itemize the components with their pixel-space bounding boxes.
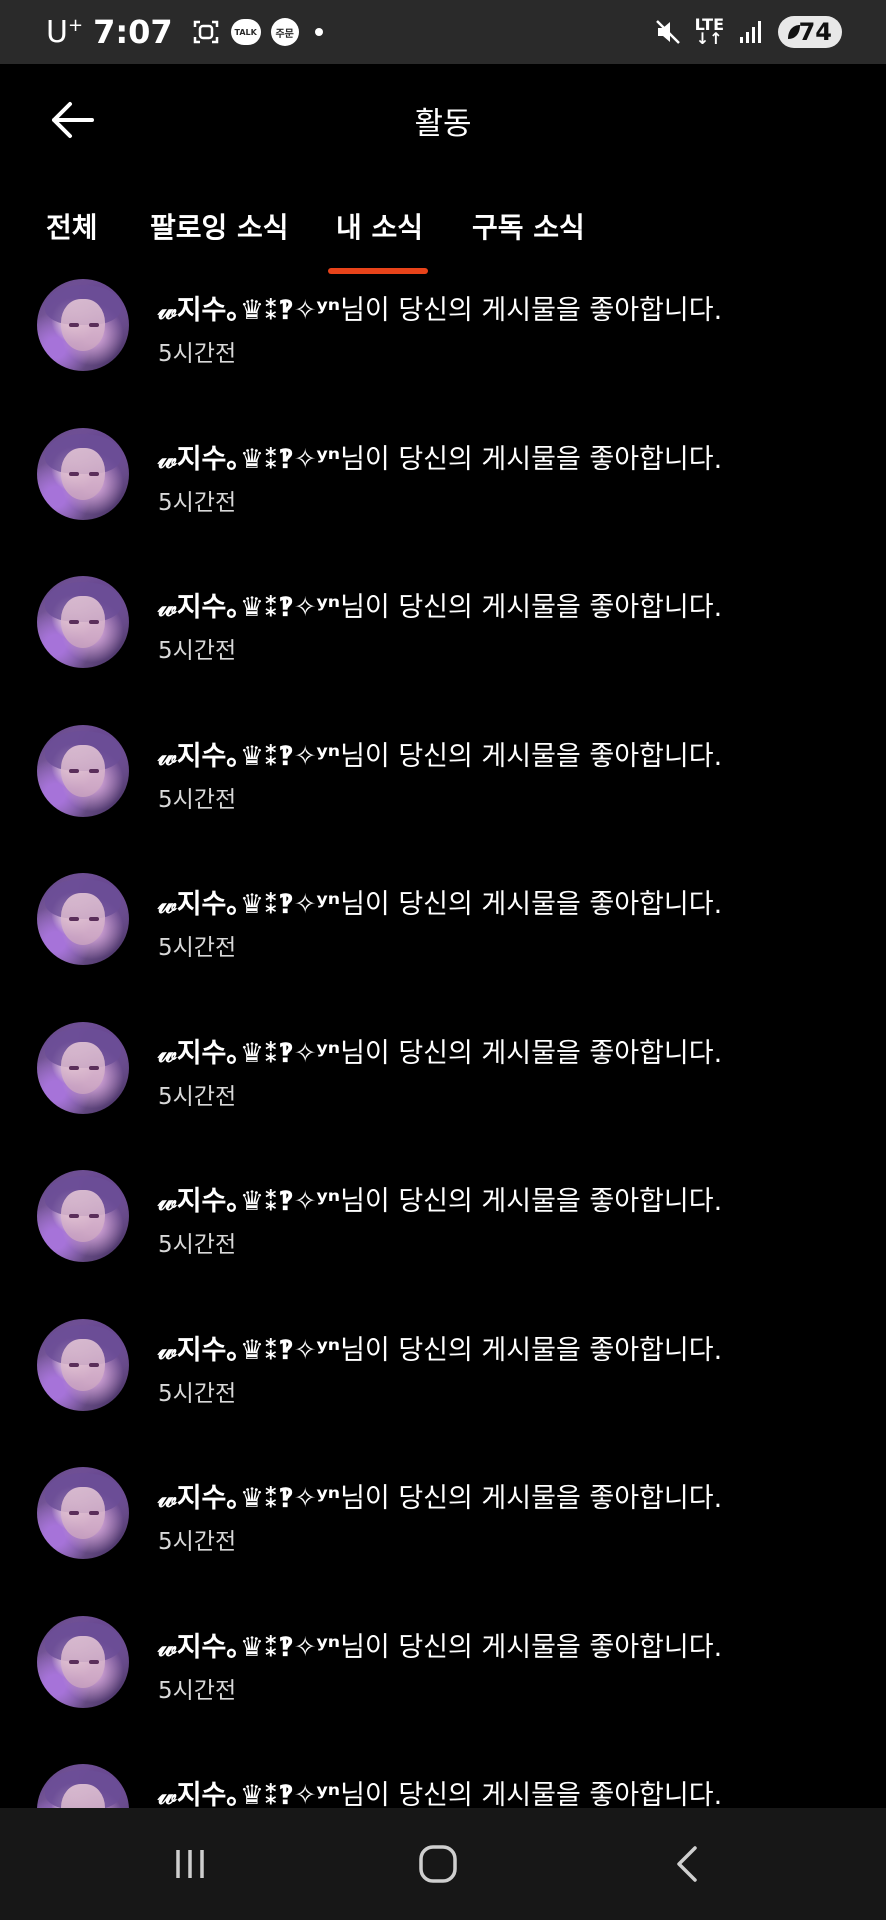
notification-message: 님이 당신의 게시물을 좋아합니다. <box>340 443 723 475</box>
notification-time: 5시간전 <box>158 935 237 961</box>
notification-time: 5시간전 <box>158 1083 237 1110</box>
tab-all[interactable]: 전체 <box>46 206 98 246</box>
status-time: 7:07 <box>93 13 173 51</box>
user-name[interactable]: 𝓌지수｡♛⁑‽✧ʸⁿ <box>158 1780 340 1808</box>
notification-text: 𝓌지수｡♛⁑‽✧ʸⁿ님이 당신의 게시물을 좋아합니다. <box>158 734 722 773</box>
list-item[interactable]: 𝓌지수｡♛⁑‽✧ʸⁿ님이 당신의 게시물을 좋아합니다. 5시간전 <box>0 1021 886 1170</box>
screenshot-icon <box>191 17 221 47</box>
user-name[interactable]: 𝓌지수｡♛⁑‽✧ʸⁿ <box>158 1186 340 1217</box>
list-item[interactable]: 𝓌지수｡♛⁑‽✧ʸⁿ님이 당신의 게시물을 좋아합니다. 5시간전 <box>0 278 886 427</box>
notification-message: 님이 당신의 게시물을 좋아합니다. <box>340 1483 723 1514</box>
tab-subscriptions[interactable]: 구독 소식 <box>472 206 585 246</box>
avatar[interactable] <box>37 1021 129 1114</box>
user-name[interactable]: 𝓌지수｡♛⁑‽✧ʸⁿ <box>158 1335 340 1366</box>
notification-message: 님이 당신의 게시물을 좋아합니다. <box>340 295 723 326</box>
notification-text: 𝓌지수｡♛⁑‽✧ʸⁿ님이 당신의 게시물을 좋아합니다. <box>158 1476 722 1515</box>
notification-message: 님이 당신의 게시물을 좋아합니다. <box>340 1334 723 1366</box>
nav-back-button[interactable] <box>648 1834 728 1894</box>
notification-message: 님이 당신의 게시물을 좋아합니다. <box>340 1780 723 1808</box>
notification-message: 님이 당신의 게시물을 좋아합니다. <box>340 889 723 920</box>
notification-icons: TALK 주문 <box>191 17 323 47</box>
recent-apps-button[interactable] <box>150 1834 230 1894</box>
notification-time: 5시간전 <box>158 1380 237 1407</box>
avatar[interactable] <box>37 1764 129 1808</box>
list-item[interactable]: 𝓌지수｡♛⁑‽✧ʸⁿ님이 당신의 게시물을 좋아합니다. 5시간전 <box>0 872 886 1021</box>
notification-text: 𝓌지수｡♛⁑‽✧ʸⁿ님이 당신의 게시물을 좋아합니다. <box>158 1031 722 1070</box>
signal-icon <box>736 17 766 47</box>
notification-message: 님이 당신의 게시물을 좋아합니다. <box>340 1037 723 1069</box>
notification-text: 𝓌지수｡♛⁑‽✧ʸⁿ님이 당신의 게시물을 좋아합니다. <box>158 585 722 624</box>
avatar[interactable] <box>37 576 129 668</box>
avatar[interactable] <box>37 1170 129 1262</box>
active-tab-indicator <box>328 268 428 274</box>
list-item[interactable]: 𝓌지수｡♛⁑‽✧ʸⁿ님이 당신의 게시물을 좋아합니다. 5시간전 <box>0 1318 886 1467</box>
avatar[interactable] <box>37 1318 129 1411</box>
notification-text: 𝓌지수｡♛⁑‽✧ʸⁿ님이 당신의 게시물을 좋아합니다. <box>158 1328 722 1367</box>
user-name[interactable]: 𝓌지수｡♛⁑‽✧ʸⁿ <box>158 444 340 475</box>
battery-level: 74 <box>798 18 832 46</box>
notification-text: 𝓌지수｡♛⁑‽✧ʸⁿ님이 당신의 게시물을 좋아합니다. <box>158 1179 722 1218</box>
notification-list: 𝓌지수｡♛⁑‽✧ʸⁿ님이 당신의 게시물을 좋아합니다. 5시간전 𝓌지수｡♛⁑… <box>0 278 886 1808</box>
list-item[interactable]: 𝓌지수｡♛⁑‽✧ʸⁿ님이 당신의 게시물을 좋아합니다. 5시간전 <box>0 427 886 576</box>
avatar[interactable] <box>37 1467 129 1559</box>
notification-message: 님이 당신의 게시물을 좋아합니다. <box>340 740 723 772</box>
tab-bar: 전체 팔로잉 소식 내 소식 구독 소식 <box>0 176 886 276</box>
tab-my-news[interactable]: 내 소식 <box>336 206 423 246</box>
avatar[interactable] <box>37 1615 129 1708</box>
home-button[interactable] <box>398 1834 478 1894</box>
user-name[interactable]: 𝓌지수｡♛⁑‽✧ʸⁿ <box>158 295 340 326</box>
list-item[interactable]: 𝓌지수｡♛⁑‽✧ʸⁿ님이 당신의 게시물을 좋아합니다. 5시간전 <box>0 1169 886 1318</box>
status-bar: U+ 7:07 TALK 주문 LTE ↓↑ 74 <box>0 0 886 64</box>
user-name[interactable]: 𝓌지수｡♛⁑‽✧ʸⁿ <box>158 1632 340 1663</box>
kakaotalk-icon: TALK <box>230 19 261 45</box>
order-icon: 주문 <box>270 18 299 46</box>
header: 활동 <box>0 64 886 176</box>
notification-message: 님이 당신의 게시물을 좋아합니다. <box>340 1186 723 1217</box>
battery-icon: 74 <box>778 16 842 48</box>
mute-icon <box>653 17 683 47</box>
notification-time: 5시간전 <box>158 638 237 664</box>
notification-time: 5시간전 <box>158 1232 237 1258</box>
avatar[interactable] <box>37 724 129 817</box>
user-name[interactable]: 𝓌지수｡♛⁑‽✧ʸⁿ <box>158 592 340 623</box>
dot-icon <box>314 28 323 36</box>
notification-time: 5시간전 <box>158 489 237 516</box>
home-icon <box>419 1845 457 1883</box>
notification-time: 5시간전 <box>158 1677 237 1704</box>
notification-time: 5시간전 <box>158 1529 237 1555</box>
list-item[interactable]: 𝓌지수｡♛⁑‽✧ʸⁿ님이 당신의 게시물을 좋아합니다. 5시간전 <box>0 1615 886 1764</box>
list-item[interactable]: 𝓌지수｡♛⁑‽✧ʸⁿ님이 당신의 게시물을 좋아합니다. 5시간전 <box>0 575 886 724</box>
notification-text: 𝓌지수｡♛⁑‽✧ʸⁿ님이 당신의 게시물을 좋아합니다. <box>158 437 722 476</box>
notification-text: 𝓌지수｡♛⁑‽✧ʸⁿ님이 당신의 게시물을 좋아합니다. <box>158 1625 722 1664</box>
avatar[interactable] <box>37 427 129 520</box>
notification-text: 𝓌지수｡♛⁑‽✧ʸⁿ님이 당신의 게시물을 좋아합니다. <box>158 1773 722 1808</box>
notification-text: 𝓌지수｡♛⁑‽✧ʸⁿ님이 당신의 게시물을 좋아합니다. <box>158 288 722 327</box>
avatar[interactable] <box>37 873 129 965</box>
list-item[interactable]: 𝓌지수｡♛⁑‽✧ʸⁿ님이 당신의 게시물을 좋아합니다. 5시간전 <box>0 724 886 873</box>
back-icon <box>677 1846 697 1882</box>
status-right: LTE ↓↑ 74 <box>653 16 842 48</box>
list-item[interactable]: 𝓌지수｡♛⁑‽✧ʸⁿ님이 당신의 게시물을 좋아합니다. <box>0 1763 886 1808</box>
notification-message: 님이 당신의 게시물을 좋아합니다. <box>340 1631 723 1663</box>
lte-icon: LTE ↓↑ <box>694 15 724 48</box>
notification-message: 님이 당신의 게시물을 좋아합니다. <box>340 592 723 623</box>
page-title: 활동 <box>414 106 472 142</box>
user-name[interactable]: 𝓌지수｡♛⁑‽✧ʸⁿ <box>158 889 340 920</box>
tab-following[interactable]: 팔로잉 소식 <box>150 206 289 246</box>
carrier-label: U+ <box>46 14 84 50</box>
recent-apps-icon <box>176 1850 204 1878</box>
notification-time: 5시간전 <box>158 786 237 813</box>
notification-time: 5시간전 <box>158 341 237 367</box>
list-item[interactable]: 𝓌지수｡♛⁑‽✧ʸⁿ님이 당신의 게시물을 좋아합니다. 5시간전 <box>0 1466 886 1615</box>
system-nav-bar <box>0 1808 886 1920</box>
avatar[interactable] <box>37 279 129 371</box>
user-name[interactable]: 𝓌지수｡♛⁑‽✧ʸⁿ <box>158 1483 340 1514</box>
user-name[interactable]: 𝓌지수｡♛⁑‽✧ʸⁿ <box>158 1038 340 1069</box>
notification-text: 𝓌지수｡♛⁑‽✧ʸⁿ님이 당신의 게시물을 좋아합니다. <box>158 882 722 921</box>
user-name[interactable]: 𝓌지수｡♛⁑‽✧ʸⁿ <box>158 741 340 772</box>
